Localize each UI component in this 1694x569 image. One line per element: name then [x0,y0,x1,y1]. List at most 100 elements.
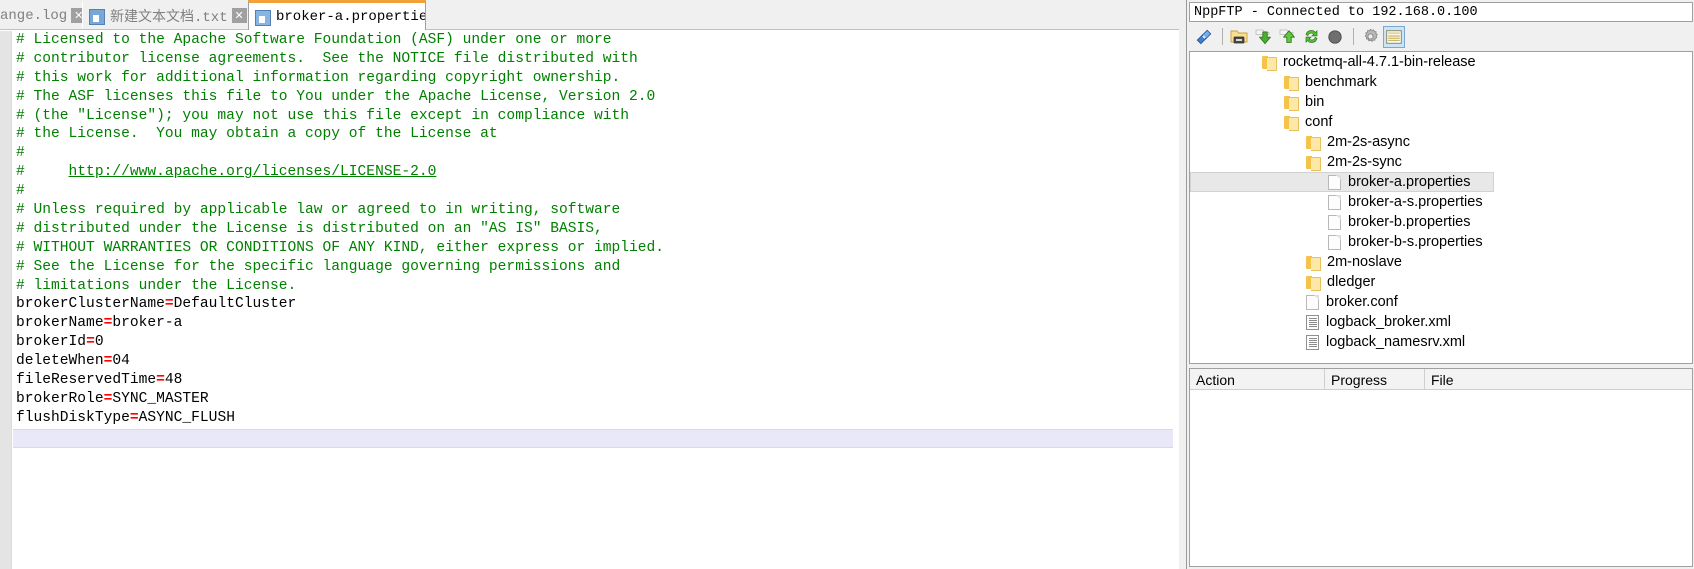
code-line: brokerId=0 [16,333,1184,352]
property-key: flushDiskType [16,409,130,426]
tab-change-log[interactable]: ange.log ✕ [0,2,94,29]
file-icon [1328,174,1341,190]
queue-column-progress[interactable]: Progress [1325,369,1425,390]
download-icon[interactable] [1252,26,1274,48]
tree-item[interactable]: 2m-noslave [1190,252,1692,272]
property-value: SYNC_MASTER [112,390,209,407]
tree-item-label: broker-b.properties [1348,214,1471,230]
property-operator: = [129,409,139,426]
comment-text: # (the "License"); you may not use this … [16,107,630,124]
nppftp-panel: NppFTP - Connected to 192.168.0.100 rock… [1186,0,1694,569]
code-line: flushDiskType=ASYNC_FLUSH [16,409,1184,428]
comment-text: # [16,145,25,162]
tab-new-text-document[interactable]: 新建文本文档.txt ✕ [82,2,250,29]
comment-text: # [16,164,69,181]
abort-icon[interactable] [1324,26,1346,48]
tab-broker-a-properties[interactable]: broker-a.properties ✕ [248,0,426,30]
tree-item[interactable]: broker-a-s.properties [1190,192,1692,212]
tree-item-label: broker-a-s.properties [1348,194,1483,210]
tree-item-label: broker-b-s.properties [1348,234,1483,250]
file-icon [1306,294,1319,310]
code-content[interactable]: # Licensed to the Apache Software Founda… [16,31,1184,428]
settings-gear-icon[interactable] [1359,26,1381,48]
toolbar-separator [1353,28,1354,45]
tree-item[interactable]: dledger [1190,272,1692,292]
tab-label: broker-a.properties [276,8,426,25]
floppy-save-icon [88,8,105,25]
code-line: # [16,182,1184,201]
tree-item[interactable]: logback_broker.xml [1190,312,1692,332]
comment-text: # distributed under the License is distr… [16,220,603,237]
code-line: # limitations under the License. [16,277,1184,296]
tab-label: 新建文本文档.txt [110,9,228,26]
tree-item[interactable]: 2m-2s-sync [1190,152,1692,172]
pane-splitter[interactable] [1179,0,1186,569]
file-icon [1328,234,1341,250]
tree-item[interactable]: logback_namesrv.xml [1190,332,1692,352]
notepadpp-window: ange.log ✕ 新建文本文档.txt ✕ broker-a.propert… [0,0,1694,569]
folder-icon [1306,155,1321,171]
refresh-icon[interactable] [1300,26,1322,48]
code-line: # Unless required by applicable law or a… [16,201,1184,220]
tree-item[interactable]: 2m-2s-async [1190,132,1692,152]
ftp-transfer-queue: Action Progress File [1189,368,1693,567]
tree-item-selected[interactable]: broker-a.properties [1190,172,1494,192]
nppftp-toolbar [1189,24,1693,49]
property-key: deleteWhen [16,353,104,370]
folder-icon [1284,115,1299,131]
folder-icon [1284,95,1299,111]
tree-item-label: broker-a.properties [1348,174,1471,190]
code-line: # contributor license agreements. See th… [16,50,1184,69]
tree-item-label: benchmark [1305,74,1377,90]
tab-close-icon[interactable]: ✕ [231,8,247,23]
queue-column-file[interactable]: File [1425,369,1691,390]
tree-item-label: broker.conf [1326,294,1398,310]
comment-text: # this work for additional information r… [16,69,621,86]
messages-icon[interactable] [1383,25,1405,48]
tree-item[interactable]: bin [1190,92,1692,112]
upload-icon[interactable] [1276,26,1298,48]
editor-tab-bar: ange.log ✕ 新建文本文档.txt ✕ broker-a.propert… [0,0,1184,30]
tree-item-label: rocketmq-all-4.7.1-bin-release [1283,54,1476,70]
property-value: 0 [94,334,104,351]
property-key: brokerRole [16,390,104,407]
xml-file-icon [1306,334,1319,350]
tree-item[interactable]: benchmark [1190,72,1692,92]
license-url-link[interactable]: http://www.apache.org/licenses/LICENSE-2… [69,164,437,180]
tree-item[interactable]: rocketmq-all-4.7.1-bin-release [1190,52,1692,72]
code-line: # (the "License"); you may not use this … [16,107,1184,126]
code-line: # distributed under the License is distr… [16,220,1184,239]
file-icon [1328,214,1341,230]
property-value: broker-a [112,315,183,332]
ftp-file-tree[interactable]: rocketmq-all-4.7.1-bin-release benchmark b… [1189,51,1693,364]
tree-item[interactable]: broker.conf [1190,292,1692,312]
code-line: brokerClusterName=DefaultCluster [16,295,1184,314]
code-line: # [16,144,1184,163]
property-value: DefaultCluster [173,296,297,313]
xml-file-icon [1306,314,1319,330]
connect-icon[interactable] [1193,26,1215,48]
comment-text: # contributor license agreements. See th… [16,50,638,67]
tree-item-label: bin [1305,94,1325,110]
queue-column-headers: Action Progress File [1190,369,1692,390]
queue-column-action[interactable]: Action [1190,369,1325,390]
comment-text: # limitations under the License. [16,277,297,294]
tree-item[interactable]: broker-b-s.properties [1190,232,1692,252]
tree-item[interactable]: broker-b.properties [1190,212,1692,232]
comment-text: # the License. You may obtain a copy of … [16,126,498,143]
comment-text: # WITHOUT WARRANTIES OR CONDITIONS OF AN… [16,239,665,256]
file-icon [1328,194,1341,210]
tree-item[interactable]: conf [1190,112,1692,132]
code-editor[interactable]: # Licensed to the Apache Software Founda… [0,31,1184,569]
property-key: fileReservedTime [16,372,157,389]
folder-icon [1306,275,1321,291]
tree-item-label: logback_broker.xml [1326,314,1451,330]
property-value: 04 [112,353,130,370]
code-line: # Licensed to the Apache Software Founda… [16,31,1184,50]
property-value: ASYNC_FLUSH [138,409,235,426]
tree-item-label: conf [1305,114,1333,130]
folder-icon [1262,55,1277,71]
comment-text: # See the License for the specific langu… [16,258,621,275]
open-folder-icon[interactable] [1228,26,1250,48]
comment-text: # The ASF licenses this file to You unde… [16,88,656,105]
